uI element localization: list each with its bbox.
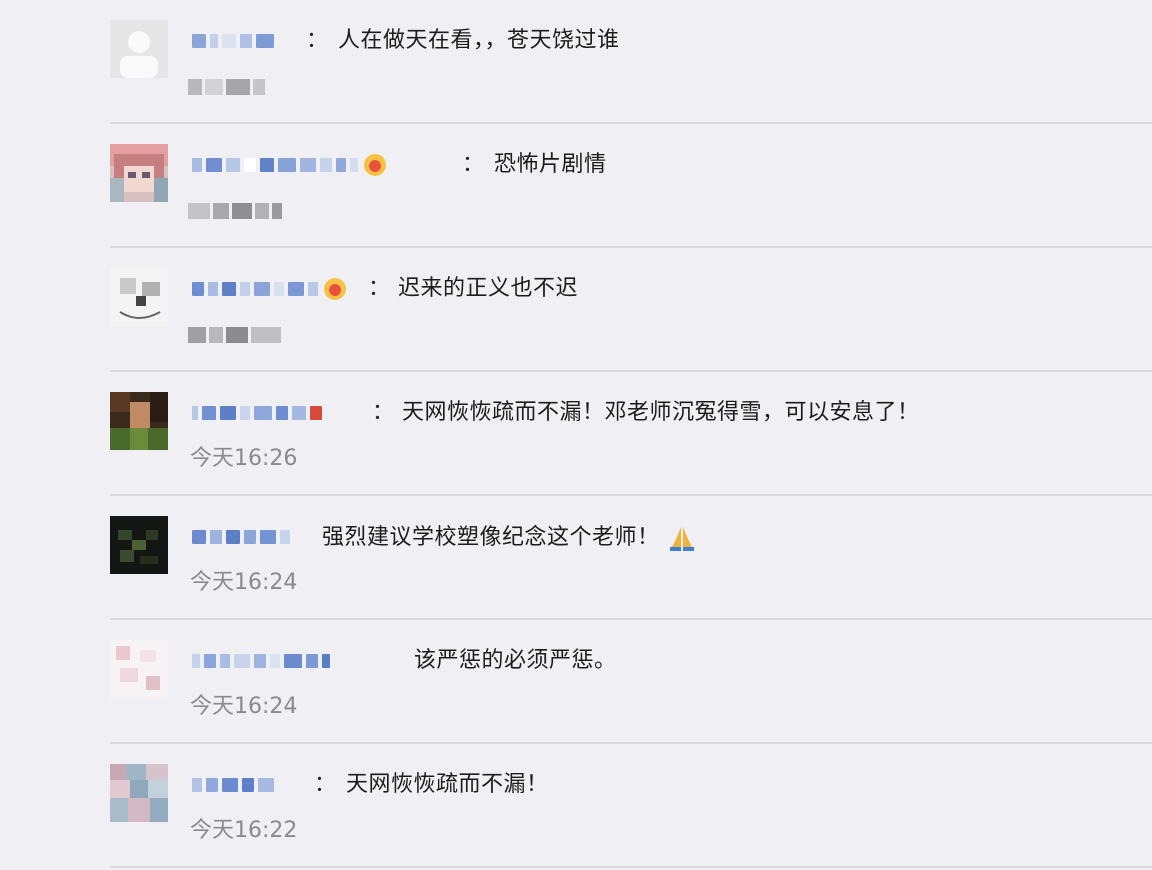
comment-text: 人在做天在看，，苍天饶过谁 — [338, 28, 620, 53]
nickname-blurred[interactable] — [192, 29, 274, 53]
crown-badge-icon — [322, 276, 348, 302]
comment-text: 天网恢恢疏而不漏！ — [346, 772, 549, 797]
nickname-blurred[interactable] — [192, 277, 348, 301]
separator: ： — [306, 28, 329, 53]
crown-badge-icon — [362, 152, 388, 178]
nickname-blurred[interactable] — [192, 773, 274, 797]
comment-text: 该严惩的必须严惩。 — [414, 648, 617, 673]
avatar[interactable] — [110, 516, 168, 574]
dark-portrait-avatar-icon — [110, 392, 168, 450]
timestamp-blurred — [188, 322, 281, 348]
timestamp: 今天16:24 — [190, 694, 298, 719]
sketch-face-avatar-icon — [110, 268, 168, 326]
comment-text: 天网恢恢疏而不漏！邓老师沉冤得雪，可以安息了！ — [402, 400, 920, 425]
comment-item[interactable]: ： 迟来的正义也不迟 — [0, 248, 1152, 372]
comment-text: 恐怖片剧情 — [494, 152, 607, 177]
comment-item[interactable]: ： 人在做天在看，，苍天饶过谁 — [0, 0, 1152, 124]
timestamp-blurred — [188, 74, 265, 100]
nickname-blurred[interactable] — [192, 153, 388, 177]
nickname-blurred[interactable] — [192, 401, 322, 425]
avatar[interactable] — [110, 144, 168, 202]
comment-item[interactable]: 强烈建议学校塑像纪念这个老师！ 今天16:24 — [0, 496, 1152, 620]
comment-item[interactable]: ： 天网恢恢疏而不漏！ 今天16:22 — [0, 744, 1152, 868]
avatar[interactable] — [110, 764, 168, 822]
default-avatar-icon — [110, 20, 168, 78]
separator: ： — [462, 152, 485, 177]
timestamp: 今天16:24 — [190, 570, 298, 595]
timestamp: 今天16:22 — [190, 818, 298, 843]
timestamp-blurred — [188, 198, 282, 224]
divider — [110, 866, 1152, 868]
dark-pattern-avatar-icon — [110, 516, 168, 574]
comment-text: 强烈建议学校塑像纪念这个老师！ — [322, 523, 697, 553]
avatar[interactable] — [110, 640, 168, 698]
mosaic-avatar-icon — [110, 764, 168, 822]
separator: ： — [314, 772, 337, 797]
nickname-blurred[interactable] — [192, 649, 330, 673]
folded-hands-icon — [667, 523, 697, 553]
light-floral-avatar-icon — [110, 640, 168, 698]
separator: ： — [372, 400, 395, 425]
comment-item[interactable]: 该严惩的必须严惩。 今天16:24 — [0, 620, 1152, 744]
comment-feed: ： 人在做天在看，，苍天饶过谁 ： 恐怖片剧情 ： 迟来的正义也不迟 ： 天网恢… — [0, 0, 1152, 870]
avatar[interactable] — [110, 392, 168, 450]
comment-item[interactable]: ： 恐怖片剧情 — [0, 124, 1152, 248]
avatar[interactable] — [110, 268, 168, 326]
avatar[interactable] — [110, 20, 168, 78]
nickname-blurred[interactable] — [192, 525, 290, 549]
comment-item[interactable]: ： 天网恢恢疏而不漏！邓老师沉冤得雪，可以安息了！ 今天16:26 — [0, 372, 1152, 496]
anime-girl-avatar-icon — [110, 144, 168, 202]
comment-text-body: 强烈建议学校塑像纪念这个老师！ — [322, 525, 660, 550]
comment-text: 迟来的正义也不迟 — [398, 276, 579, 301]
timestamp: 今天16:26 — [190, 446, 298, 471]
separator: ： — [368, 276, 391, 301]
